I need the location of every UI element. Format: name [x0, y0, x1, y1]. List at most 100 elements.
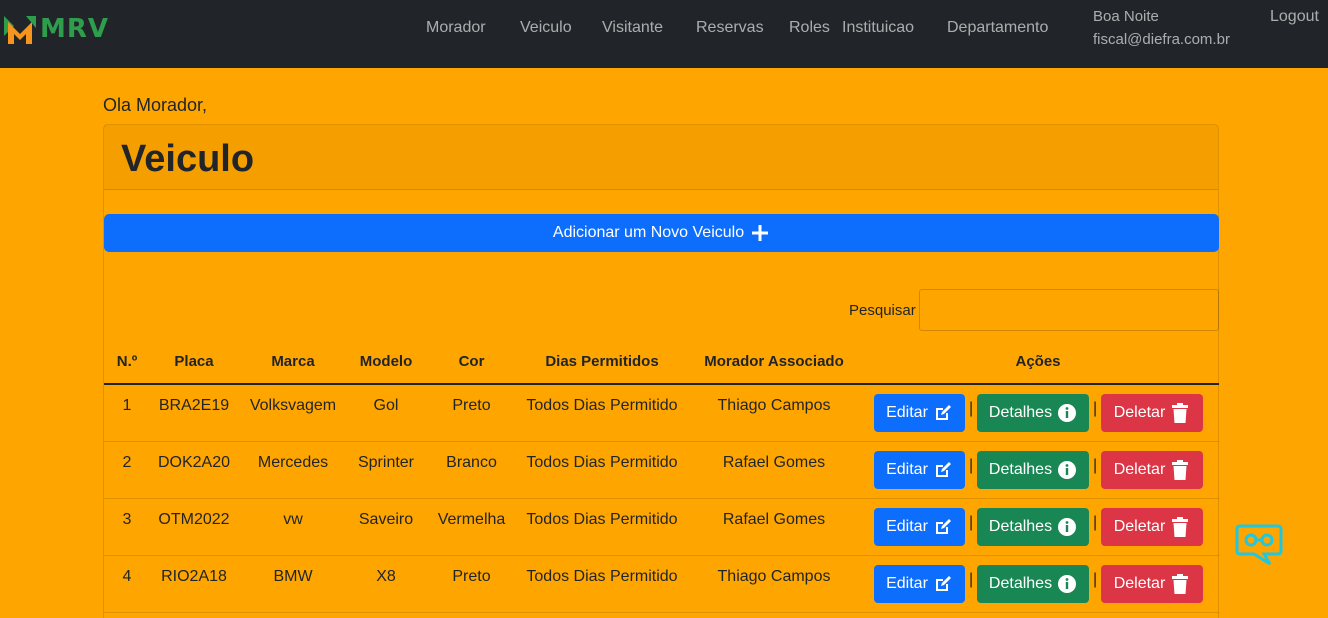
plus-icon	[752, 225, 769, 241]
action-separator: |	[1093, 400, 1098, 417]
chat-widget-button[interactable]	[1234, 522, 1284, 568]
cell-number: 4	[122, 568, 132, 585]
cell-cor: Preto	[452, 397, 491, 414]
add-vehicle-label: Adicionar um Novo Veiculo	[552, 224, 745, 241]
delete-label: Deletar	[1113, 404, 1166, 421]
action-separator: |	[969, 400, 974, 417]
brand-name: MRV	[40, 14, 110, 44]
edit-icon	[935, 519, 951, 534]
trash-icon	[1172, 460, 1189, 480]
action-separator: |	[969, 514, 974, 531]
delete-button[interactable]: Deletar	[1101, 508, 1203, 546]
cell-marca: Volksvagem	[249, 397, 337, 414]
info-circle-icon	[1058, 575, 1077, 593]
nav-visitante[interactable]: Visitante	[602, 19, 663, 37]
edit-button[interactable]: Editar	[874, 394, 965, 432]
details-label: Detalhes	[988, 404, 1053, 421]
trash-icon	[1172, 517, 1189, 537]
nav-roles[interactable]: Roles	[789, 19, 830, 37]
cell-morador: Thiago Campos	[717, 397, 831, 414]
search-input[interactable]	[919, 289, 1219, 331]
col-header-cor: Cor	[458, 353, 485, 370]
edit-label: Editar	[886, 518, 928, 535]
table-row: 3 OTM2022 vw Saveiro Vermelha Todos Dias…	[104, 499, 1219, 556]
nav-departamento[interactable]: Departamento	[947, 19, 1048, 37]
details-button[interactable]: Detalhes	[977, 508, 1089, 546]
cell-placa: OTM2022	[158, 511, 230, 528]
action-separator: |	[969, 571, 974, 588]
user-email: fiscal@diefra.com.br	[1093, 31, 1230, 48]
edit-icon	[935, 576, 951, 591]
cell-number: 2	[122, 454, 132, 471]
col-header-dias: Dias Permitidos	[545, 353, 659, 370]
card-header: Veiculo	[104, 125, 1218, 190]
cell-number: 3	[122, 511, 132, 528]
col-header-acoes: Ações	[1015, 353, 1061, 370]
details-button[interactable]: Detalhes	[977, 565, 1089, 603]
col-header-placa: Placa	[174, 353, 214, 370]
cell-dias: Todos Dias Permitido	[526, 397, 678, 414]
brand-logo[interactable]: MRV	[4, 12, 109, 46]
edit-label: Editar	[886, 575, 928, 592]
cell-marca: BMW	[273, 568, 313, 585]
cell-cor: Vermelha	[437, 511, 506, 528]
edit-label: Editar	[886, 461, 928, 478]
col-header-morador: Morador Associado	[704, 353, 844, 370]
trash-icon	[1172, 574, 1189, 594]
edit-button[interactable]: Editar	[874, 451, 965, 489]
cell-dias: Todos Dias Permitido	[526, 568, 678, 585]
cell-placa: RIO2A18	[161, 568, 227, 585]
info-circle-icon	[1058, 518, 1077, 536]
info-circle-icon	[1058, 461, 1077, 479]
cell-modelo: Gol	[373, 397, 399, 414]
details-label: Detalhes	[988, 518, 1053, 535]
trash-icon	[1172, 403, 1189, 423]
nav-instituicao[interactable]: Instituicao	[842, 19, 914, 37]
action-separator: |	[969, 457, 974, 474]
edit-button[interactable]: Editar	[874, 565, 965, 603]
cell-modelo: Sprinter	[357, 454, 415, 471]
add-vehicle-button[interactable]: Adicionar um Novo Veiculo	[104, 214, 1219, 252]
details-button[interactable]: Detalhes	[977, 451, 1089, 489]
table-row: 4 RIO2A18 BMW X8 Preto Todos Dias Permit…	[104, 556, 1219, 613]
delete-button[interactable]: Deletar	[1101, 565, 1203, 603]
search-label: Pesquisar	[849, 302, 916, 319]
mrv-logo-icon	[4, 16, 36, 44]
cell-morador: Thiago Campos	[717, 568, 831, 585]
col-header-modelo: Modelo	[359, 353, 413, 370]
edit-button[interactable]: Editar	[874, 508, 965, 546]
cell-morador: Rafael Gomes	[722, 511, 826, 528]
nav-reservas[interactable]: Reservas	[696, 19, 764, 37]
delete-label: Deletar	[1113, 461, 1166, 478]
col-header-number: N.º	[116, 353, 138, 370]
cell-dias: Todos Dias Permitido	[526, 454, 678, 471]
details-label: Detalhes	[988, 461, 1053, 478]
cell-marca: Mercedes	[257, 454, 329, 471]
edit-icon	[935, 462, 951, 477]
info-circle-icon	[1058, 404, 1077, 422]
delete-button[interactable]: Deletar	[1101, 394, 1203, 432]
cell-marca: vw	[283, 511, 303, 528]
cell-dias: Todos Dias Permitido	[526, 511, 678, 528]
logout-link[interactable]: Logout	[1270, 8, 1319, 26]
cell-placa: DOK2A20	[157, 454, 231, 471]
details-label: Detalhes	[988, 575, 1053, 592]
cell-cor: Preto	[452, 568, 491, 585]
nav-morador[interactable]: Morador	[426, 19, 486, 37]
table-row: 1 BRA2E19 Volksvagem Gol Preto Todos Dia…	[104, 385, 1219, 442]
action-separator: |	[1093, 457, 1098, 474]
table-row: 2 DOK2A20 Mercedes Sprinter Branco Todos…	[104, 442, 1219, 499]
cell-morador: Rafael Gomes	[722, 454, 826, 471]
cell-modelo: Saveiro	[358, 511, 414, 528]
user-greeting: Boa Noite	[1093, 8, 1159, 25]
edit-label: Editar	[886, 404, 928, 421]
details-button[interactable]: Detalhes	[977, 394, 1089, 432]
delete-button[interactable]: Deletar	[1101, 451, 1203, 489]
edit-icon	[935, 405, 951, 420]
action-separator: |	[1093, 514, 1098, 531]
cell-placa: BRA2E19	[158, 397, 230, 414]
top-navbar: MRV Morador Veiculo Visitante Reservas R…	[0, 0, 1328, 68]
nav-veiculo[interactable]: Veiculo	[520, 19, 572, 37]
action-separator: |	[1093, 571, 1098, 588]
page-title: Veiculo	[121, 138, 255, 180]
